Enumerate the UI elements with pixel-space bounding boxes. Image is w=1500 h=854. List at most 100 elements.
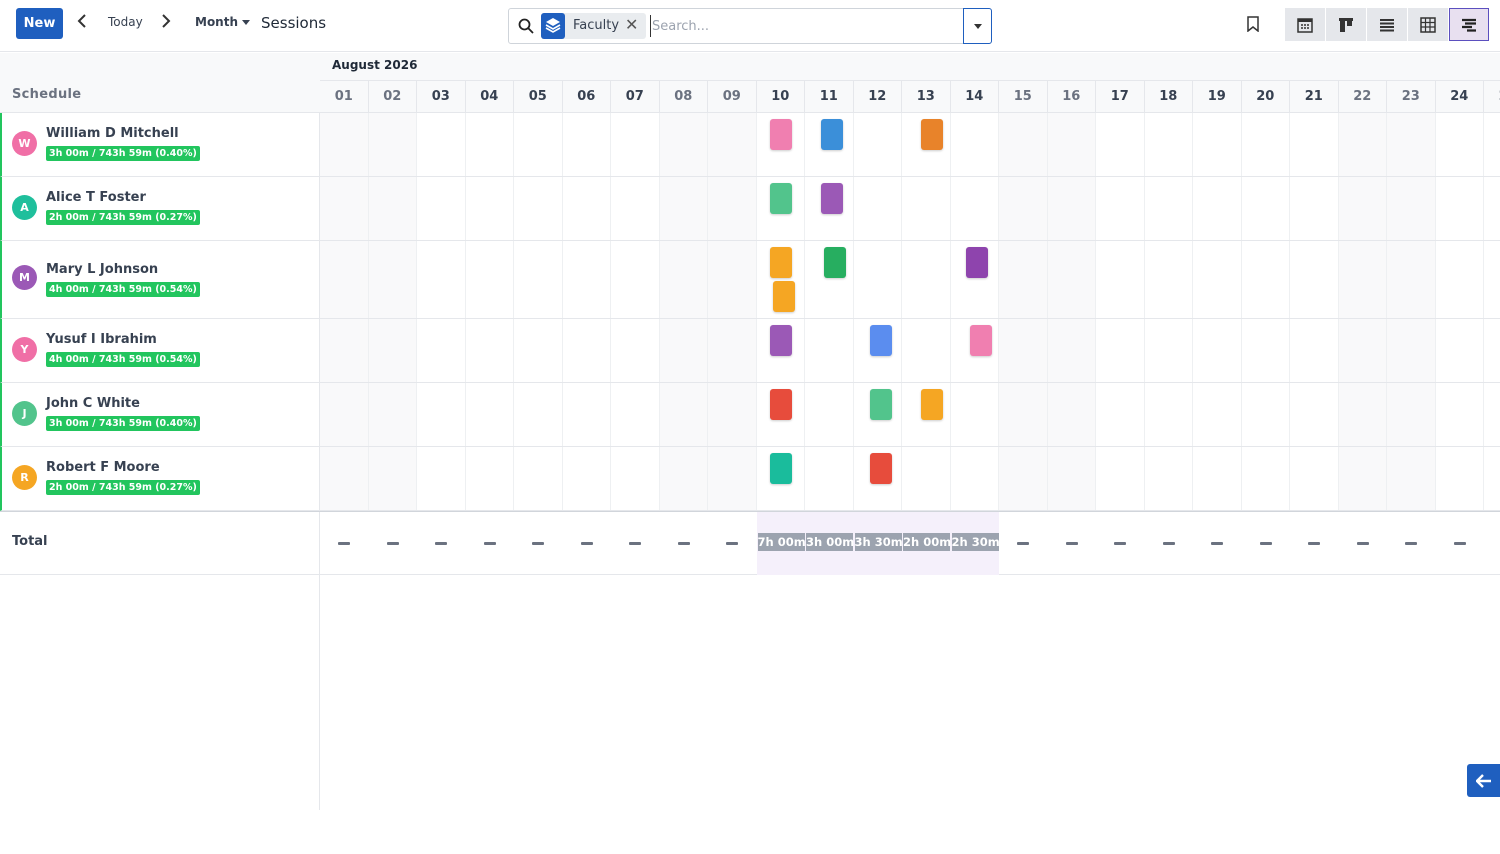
search-bar: Faculty ✕ (508, 8, 992, 44)
caret-down-icon (242, 20, 251, 25)
session-pill[interactable] (969, 325, 992, 356)
list-view-icon[interactable] (1367, 8, 1407, 41)
day-column[interactable] (1047, 113, 1096, 511)
day-column[interactable] (1484, 113, 1500, 511)
schedule-header: Schedule (0, 53, 320, 113)
day-column[interactable] (805, 113, 854, 511)
new-button[interactable]: New (16, 8, 63, 39)
range-dropdown[interactable]: Month (195, 15, 251, 29)
total-cell (1193, 512, 1242, 575)
gantt-row-header[interactable]: A Alice T Foster 2h 00m / 743h 59m (0.27%) (0, 177, 320, 241)
avatar: J (12, 401, 37, 426)
session-pill[interactable] (921, 389, 943, 420)
view-switcher (1285, 8, 1490, 41)
empty-total-dash (677, 542, 690, 545)
layers-icon (541, 13, 565, 39)
expand-panel-button[interactable] (1467, 764, 1500, 797)
day-header: 02 (368, 81, 417, 113)
session-pill[interactable] (769, 325, 792, 356)
session-pill[interactable] (772, 281, 795, 312)
day-column[interactable] (466, 113, 514, 511)
day-column[interactable] (999, 113, 1048, 511)
day-column[interactable] (902, 113, 951, 511)
day-column[interactable] (368, 113, 417, 511)
day-column[interactable] (417, 113, 466, 511)
search-facet: Faculty ✕ (541, 13, 646, 39)
session-pill[interactable] (769, 183, 792, 214)
session-pill[interactable] (769, 389, 792, 420)
day-column[interactable] (1338, 113, 1387, 511)
row-divider (320, 176, 1500, 177)
gantt-row-header[interactable]: J John C White 3h 00m / 743h 59m (0.40%) (0, 383, 320, 447)
avatar: R (12, 465, 37, 490)
empty-total-dash (1017, 542, 1029, 545)
search-input[interactable] (650, 15, 950, 37)
day-column[interactable] (514, 113, 563, 511)
faculty-name: Mary L Johnson (46, 262, 159, 277)
total-cell (1048, 512, 1097, 575)
total-row: 7h 00m 3h 00m 3h 30m 2h 00m 2h 30m (320, 511, 1500, 575)
day-header: 17 (1096, 81, 1145, 113)
today-button[interactable]: Today (108, 15, 143, 29)
day-column[interactable] (320, 113, 369, 511)
avatar: A (12, 195, 37, 220)
range-label: Month (195, 15, 239, 29)
gantt-row-header[interactable]: W William D Mitchell 3h 00m / 743h 59m (0.… (0, 113, 320, 177)
gantt-view-icon[interactable] (1449, 8, 1489, 41)
month-header: August 2026 (320, 53, 1500, 81)
chevron-left-icon[interactable] (75, 14, 89, 32)
total-hours-badge: 2h 30m (951, 533, 1000, 551)
total-cell (417, 512, 466, 575)
total-cell: 7h 00m (756, 512, 806, 575)
gantt-row-header[interactable]: R Robert F Moore 2h 00m / 743h 59m (0.27%) (0, 447, 320, 511)
chevron-right-icon[interactable] (159, 14, 173, 32)
day-column[interactable] (563, 113, 611, 511)
day-column[interactable] (1290, 113, 1339, 511)
day-column[interactable] (708, 113, 757, 511)
total-cell (320, 512, 369, 575)
day-column[interactable] (854, 113, 902, 511)
empty-total-dash (1211, 542, 1223, 545)
session-pill[interactable] (821, 119, 843, 150)
empty-total-dash (1453, 542, 1466, 545)
session-pill[interactable] (824, 247, 846, 278)
day-column[interactable] (1145, 113, 1193, 511)
total-cell: 3h 00m (805, 512, 854, 575)
session-pill[interactable] (869, 453, 892, 484)
kanban-view-icon[interactable] (1326, 8, 1366, 41)
day-header: 14 (950, 81, 999, 113)
day-column[interactable] (1096, 113, 1145, 511)
day-column[interactable] (1436, 113, 1484, 511)
session-pill[interactable] (769, 453, 792, 484)
empty-total-dash (338, 542, 350, 545)
session-pill[interactable] (769, 247, 792, 278)
empty-total-dash (1162, 542, 1175, 545)
gantt-row-header[interactable]: Y Yusuf I Ibrahim 4h 00m / 743h 59m (0.54%… (0, 319, 320, 383)
avatar: M (12, 265, 37, 290)
session-pill[interactable] (921, 119, 943, 150)
day-column[interactable] (1242, 113, 1290, 511)
session-pill[interactable] (965, 247, 988, 278)
search-options-toggle[interactable] (963, 8, 992, 44)
row-divider (320, 240, 1500, 241)
faculty-name: William D Mitchell (46, 126, 179, 141)
session-pill[interactable] (769, 119, 792, 150)
day-column[interactable] (757, 113, 805, 511)
day-header: 10 (756, 81, 805, 113)
total-cell (1339, 512, 1388, 575)
empty-total-dash (1114, 542, 1126, 545)
day-column[interactable] (951, 113, 999, 511)
day-column[interactable] (611, 113, 660, 511)
day-header: 25 (1484, 81, 1500, 113)
session-pill[interactable] (869, 389, 892, 420)
pivot-view-icon[interactable] (1408, 8, 1448, 41)
calendar-view-icon[interactable] (1285, 8, 1325, 41)
day-column[interactable] (659, 113, 708, 511)
session-pill[interactable] (869, 325, 892, 356)
gantt-row-header[interactable]: M Mary L Johnson 4h 00m / 743h 59m (0.54%) (0, 241, 320, 319)
bookmark-icon[interactable] (1246, 16, 1260, 36)
day-column[interactable] (1193, 113, 1242, 511)
session-pill[interactable] (821, 183, 843, 214)
day-column[interactable] (1387, 113, 1436, 511)
remove-facet-icon[interactable]: ✕ (625, 15, 638, 34)
